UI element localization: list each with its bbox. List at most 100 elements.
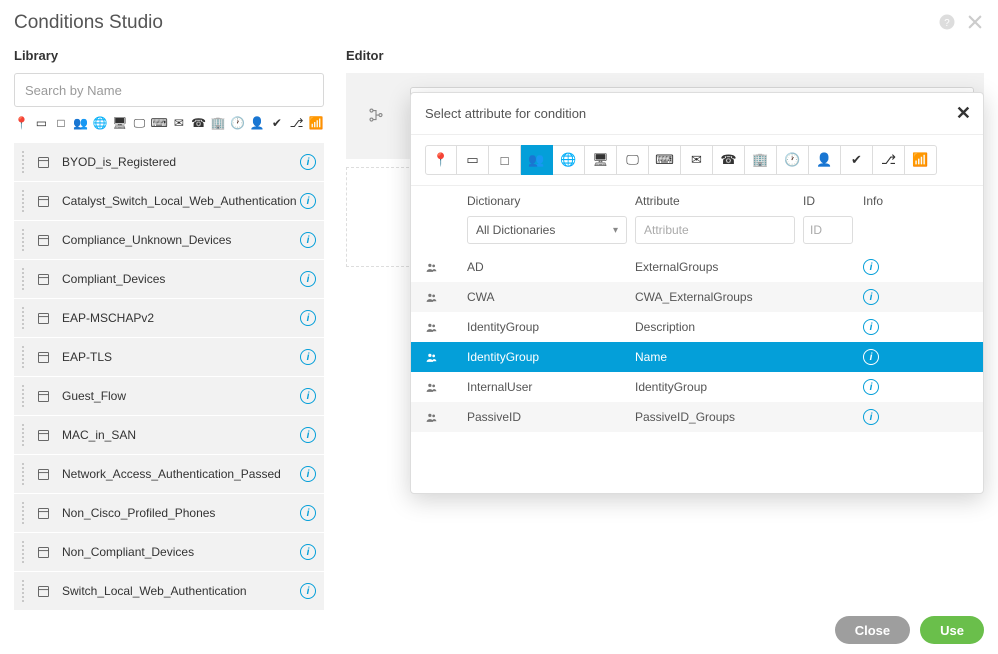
- drag-handle-icon[interactable]: [18, 229, 28, 251]
- keyboard-icon[interactable]: ⌨: [151, 115, 167, 131]
- info-icon[interactable]: i: [300, 310, 316, 326]
- info-icon[interactable]: i: [300, 388, 316, 404]
- help-icon[interactable]: ?: [938, 13, 956, 34]
- library-item[interactable]: Network_Access_Authentication_Passed i: [14, 455, 324, 493]
- library-item[interactable]: Compliant_Devices i: [14, 260, 324, 298]
- cat-globe-icon[interactable]: 🌐: [553, 145, 585, 175]
- drag-handle-icon[interactable]: [18, 580, 28, 602]
- info-icon[interactable]: i: [300, 232, 316, 248]
- cat-clock-icon[interactable]: 🕐: [777, 145, 809, 175]
- info-icon[interactable]: i: [300, 349, 316, 365]
- library-item[interactable]: Guest_Flow i: [14, 377, 324, 415]
- card-icon[interactable]: ▭: [34, 115, 50, 131]
- info-icon[interactable]: i: [863, 349, 879, 365]
- wifi-icon[interactable]: 📶: [308, 115, 324, 131]
- info-icon[interactable]: i: [300, 193, 316, 209]
- drag-handle-icon[interactable]: [18, 541, 28, 563]
- info-icon[interactable]: i: [863, 289, 879, 305]
- cat-display-icon[interactable]: 🖵: [617, 145, 649, 175]
- library-item[interactable]: Catalyst_Switch_Local_Web_Authentication…: [14, 182, 324, 220]
- phone-icon[interactable]: ☎: [191, 115, 207, 131]
- attribute-row[interactable]: InternalUser IdentityGroup i: [411, 372, 983, 402]
- attribute-filter-input[interactable]: [635, 216, 795, 244]
- attribute-row[interactable]: AD ExternalGroups i: [411, 252, 983, 282]
- building-icon[interactable]: 🏢: [210, 115, 226, 131]
- cat-monitor-icon[interactable]: 🖥: [585, 145, 617, 175]
- info-icon[interactable]: i: [300, 427, 316, 443]
- drag-handle-icon[interactable]: [18, 190, 28, 212]
- attribute-selector-popover: Select attribute for condition ✕ 📍 ▭ □ 👥…: [410, 92, 984, 494]
- library-item[interactable]: BYOD_is_Registered i: [14, 143, 324, 181]
- square-icon[interactable]: □: [53, 115, 69, 131]
- library-item[interactable]: Switch_Local_Web_Authentication i: [14, 572, 324, 610]
- info-icon[interactable]: i: [300, 505, 316, 521]
- editor-panel: Editor ⊗ Select attribute for condition …: [346, 40, 984, 611]
- cat-pin-icon[interactable]: 📍: [425, 145, 457, 175]
- hierarchy-icon[interactable]: ⎇: [289, 115, 305, 131]
- info-icon[interactable]: i: [300, 466, 316, 482]
- attribute-row[interactable]: CWA CWA_ExternalGroups i: [411, 282, 983, 312]
- cat-keyboard-icon[interactable]: ⌨: [649, 145, 681, 175]
- close-button[interactable]: Close: [835, 616, 910, 644]
- row-attribute: PassiveID_Groups: [635, 410, 803, 424]
- drag-handle-icon[interactable]: [18, 502, 28, 524]
- cat-mail-icon[interactable]: ✉: [681, 145, 713, 175]
- pin-icon[interactable]: 📍: [14, 115, 30, 131]
- condition-icon: [34, 543, 52, 561]
- popover-close-icon[interactable]: ✕: [956, 103, 971, 124]
- cat-building-icon[interactable]: 🏢: [745, 145, 777, 175]
- group-icon[interactable]: 👥: [73, 115, 89, 131]
- library-item[interactable]: Compliance_Unknown_Devices i: [14, 221, 324, 259]
- cat-hierarchy-icon[interactable]: ⎇: [873, 145, 905, 175]
- drag-handle-icon[interactable]: [18, 346, 28, 368]
- group-icon: [425, 291, 467, 304]
- group-icon: [425, 321, 467, 334]
- info-icon[interactable]: i: [300, 271, 316, 287]
- info-icon[interactable]: i: [300, 544, 316, 560]
- drag-handle-icon[interactable]: [18, 385, 28, 407]
- drag-handle-icon[interactable]: [18, 463, 28, 485]
- row-info: i: [863, 319, 913, 335]
- id-filter-input[interactable]: [803, 216, 853, 244]
- drag-handle-icon[interactable]: [18, 151, 28, 173]
- cat-square-icon[interactable]: □: [489, 145, 521, 175]
- display-icon[interactable]: 🖵: [132, 115, 148, 131]
- clock-icon[interactable]: 🕐: [230, 115, 246, 131]
- library-item-label: MAC_in_SAN: [62, 428, 300, 442]
- info-icon[interactable]: i: [300, 154, 316, 170]
- cat-user-icon[interactable]: 👤: [809, 145, 841, 175]
- cat-phone-icon[interactable]: ☎: [713, 145, 745, 175]
- info-icon[interactable]: i: [863, 259, 879, 275]
- drag-handle-icon[interactable]: [18, 268, 28, 290]
- library-item[interactable]: EAP-TLS i: [14, 338, 324, 376]
- group-icon: [425, 411, 467, 424]
- library-item[interactable]: MAC_in_SAN i: [14, 416, 324, 454]
- info-icon[interactable]: i: [300, 583, 316, 599]
- dictionary-select[interactable]: All Dictionaries ▾: [467, 216, 627, 244]
- mail-icon[interactable]: ✉: [171, 115, 187, 131]
- cat-group-icon[interactable]: 👥: [521, 145, 553, 175]
- drag-handle-icon[interactable]: [18, 424, 28, 446]
- library-item[interactable]: Non_Compliant_Devices i: [14, 533, 324, 571]
- cat-card-icon[interactable]: ▭: [457, 145, 489, 175]
- attribute-row[interactable]: IdentityGroup Description i: [411, 312, 983, 342]
- drag-handle-icon[interactable]: [18, 307, 28, 329]
- close-window-icon[interactable]: [966, 13, 984, 34]
- group-icon: [425, 261, 467, 274]
- monitor-icon[interactable]: 🖥: [112, 115, 128, 131]
- info-icon[interactable]: i: [863, 319, 879, 335]
- use-button[interactable]: Use: [920, 616, 984, 644]
- cat-check-icon[interactable]: ✔: [841, 145, 873, 175]
- user-icon[interactable]: 👤: [250, 115, 266, 131]
- info-icon[interactable]: i: [863, 379, 879, 395]
- globe-icon[interactable]: 🌐: [92, 115, 108, 131]
- cat-wifi-icon[interactable]: 📶: [905, 145, 937, 175]
- library-item[interactable]: EAP-MSCHAPv2 i: [14, 299, 324, 337]
- attribute-row[interactable]: PassiveID PassiveID_Groups i: [411, 402, 983, 432]
- check-circle-icon[interactable]: ✔: [269, 115, 285, 131]
- search-input[interactable]: [14, 73, 324, 107]
- library-item[interactable]: Non_Cisco_Profiled_Phones i: [14, 494, 324, 532]
- condition-icon: [34, 231, 52, 249]
- info-icon[interactable]: i: [863, 409, 879, 425]
- attribute-row[interactable]: IdentityGroup Name i: [411, 342, 983, 372]
